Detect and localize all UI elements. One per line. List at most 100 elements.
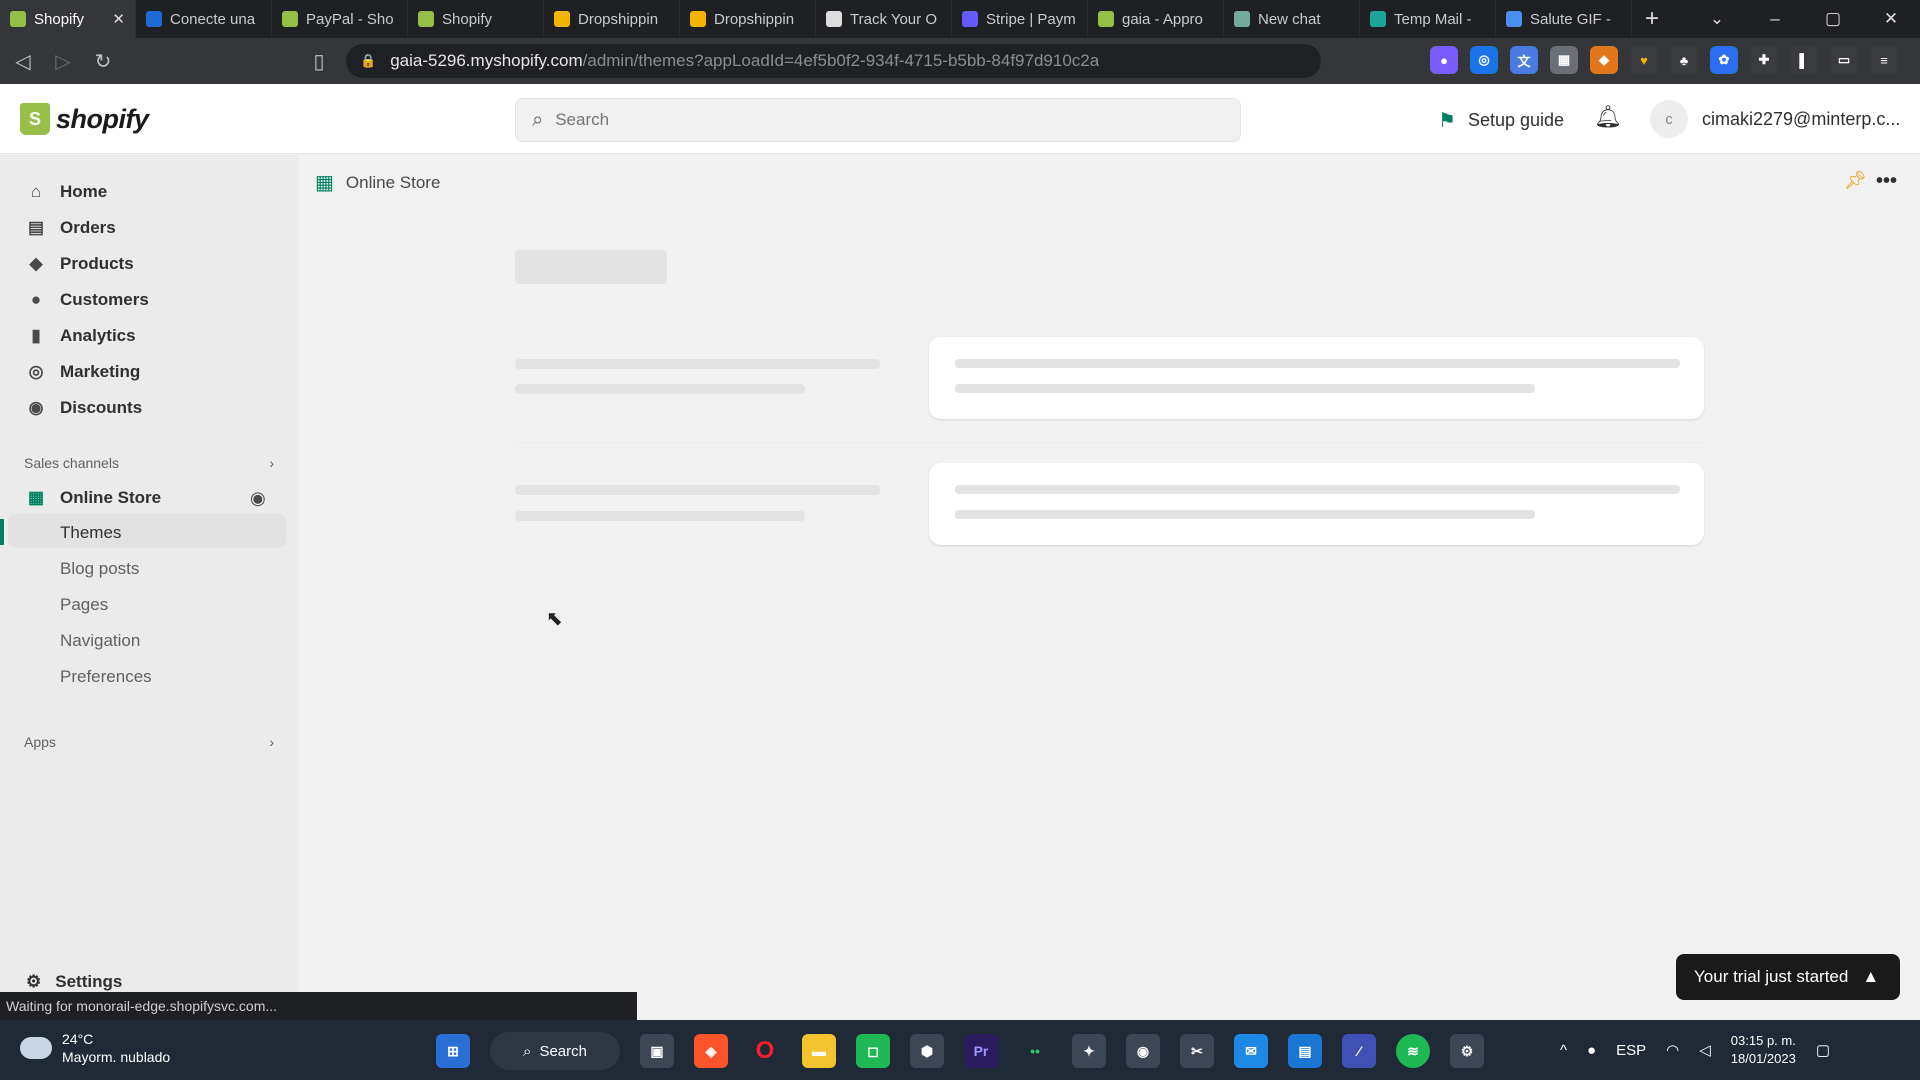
bell-icon[interactable]: 🔔︎ — [1594, 104, 1622, 130]
browser-tab[interactable]: Dropshippin — [680, 0, 816, 38]
tab-search-button[interactable]: ⌄ — [1688, 0, 1746, 38]
browser-tab[interactable]: Shopify ✕ — [0, 0, 136, 38]
app-icon[interactable]: •• — [1018, 1034, 1052, 1068]
settings-gear-icon[interactable]: ⚙ — [1450, 1034, 1484, 1068]
tab-favicon-icon — [418, 11, 434, 27]
submenu-item-themes[interactable]: Themes — [60, 523, 121, 543]
opera-icon[interactable]: O — [748, 1034, 782, 1068]
browser-tab[interactable]: Salute GIF - — [1496, 0, 1632, 38]
extension-icon[interactable]: ♣ — [1670, 46, 1698, 74]
breadcrumb[interactable]: ▦ Online Store — [315, 170, 440, 195]
sales-channels-header[interactable]: Sales channels › — [24, 455, 274, 471]
chevron-up-icon[interactable]: ^ — [1560, 1042, 1567, 1059]
submenu-item-pages[interactable]: Pages — [60, 595, 108, 615]
address-bar[interactable]: 🔒 gaia-5296.myshopify.com/admin/themes?a… — [346, 44, 1321, 78]
browser-tab[interactable]: gaia - Appro — [1088, 0, 1224, 38]
extension-icon[interactable]: ◎ — [1470, 46, 1498, 74]
capcut-icon[interactable]: ✂ — [1180, 1034, 1214, 1068]
close-tab-icon[interactable]: ✕ — [112, 10, 125, 28]
metamask-icon[interactable]: ◆ — [1590, 46, 1618, 74]
extension-icon[interactable]: ▦ — [1550, 46, 1578, 74]
puzzle-icon[interactable]: ✚ — [1750, 46, 1778, 74]
sidebar-item-discounts[interactable]: ◉ Discounts — [12, 391, 288, 425]
sidebar-item-orders[interactable]: ▤ Orders — [12, 211, 288, 245]
sidebar-icon[interactable]: ▌ — [1790, 46, 1818, 74]
weather-widget[interactable]: 24°C Mayorm. nublado — [16, 1030, 170, 1066]
browser-tab[interactable]: Stripe | Paym — [952, 0, 1088, 38]
extension-icon[interactable]: ● — [1430, 46, 1458, 74]
breadcrumb-label: Online Store — [345, 172, 441, 192]
language-indicator[interactable]: ESP — [1616, 1042, 1646, 1059]
minimize-button[interactable]: – — [1746, 0, 1804, 38]
browser-tab[interactable]: Temp Mail - — [1360, 0, 1496, 38]
store-icon: ▦ — [315, 172, 334, 194]
browser-tab[interactable]: Shopify — [408, 0, 544, 38]
sidebar-item-online-store[interactable]: ▦ Online Store — [12, 481, 288, 515]
tab-label: Shopify — [442, 10, 493, 28]
skeleton-line — [955, 510, 1535, 519]
sidebar-item-analytics[interactable]: ▮ Analytics — [12, 319, 288, 353]
trial-toast[interactable]: Your trial just started ▲ — [1676, 954, 1900, 1000]
taskbar-search[interactable]: ⌕ Search — [490, 1032, 620, 1070]
spotify-icon[interactable]: ≋ — [1396, 1034, 1430, 1068]
setup-guide-button[interactable]: ⚑ Setup guide — [1438, 108, 1564, 133]
back-button[interactable]: ◁ — [6, 44, 40, 78]
browser-tab[interactable]: Dropshippin — [544, 0, 680, 38]
app-icon[interactable]: ✦ — [1072, 1034, 1106, 1068]
skeleton-card — [929, 463, 1704, 545]
eye-icon[interactable]: ◉ — [250, 488, 266, 509]
submenu-item-blog-posts[interactable]: Blog posts — [60, 559, 139, 579]
pin-icon[interactable]: 📌︎ — [1844, 170, 1867, 191]
mail-icon[interactable]: ✉ — [1234, 1034, 1268, 1068]
sidebar-item-marketing[interactable]: ◎ Marketing — [12, 355, 288, 389]
brave-icon[interactable]: ◈ — [694, 1034, 728, 1068]
tab-label: Stripe | Paym — [986, 10, 1076, 28]
maximize-button[interactable]: ▢ — [1804, 0, 1862, 38]
premiere-icon[interactable]: Pr — [964, 1034, 998, 1068]
translate-icon[interactable]: 文 — [1510, 46, 1538, 74]
more-actions-icon[interactable]: ••• — [1876, 170, 1897, 193]
app-icon[interactable]: ⬢ — [910, 1034, 944, 1068]
chrome-icon[interactable]: ◉ — [1126, 1034, 1160, 1068]
close-window-button[interactable]: ✕ — [1862, 0, 1920, 38]
search-bar[interactable]: ⌕ — [515, 98, 1241, 142]
windows-start-icon[interactable]: ⊞ — [436, 1034, 470, 1068]
tag-icon: ◆ — [29, 254, 43, 273]
microphone-icon[interactable]: ● — [1587, 1042, 1596, 1059]
sidebar-item-customers[interactable]: ● Customers — [12, 283, 288, 317]
sidebar-item-products[interactable]: ◆ Products — [12, 247, 288, 281]
active-item-indicator — [0, 519, 4, 545]
search-input[interactable] — [555, 110, 1196, 130]
forward-button[interactable]: ▷ — [46, 44, 80, 78]
browser-tab[interactable]: New chat — [1224, 0, 1360, 38]
sidebar-item-home[interactable]: ⌂ Home — [12, 175, 288, 209]
settings-link[interactable]: ⚙ Settings — [26, 972, 122, 992]
browser-tab[interactable]: Track Your O — [816, 0, 952, 38]
store-icon[interactable]: ▤ — [1288, 1034, 1322, 1068]
browser-toolbar: ◁ ▷ ↻ ▯ 🔒 gaia-5296.myshopify.com/admin/… — [0, 38, 1920, 84]
folder-icon[interactable]: ▬ — [802, 1034, 836, 1068]
volume-icon[interactable]: ◁ — [1699, 1041, 1711, 1059]
reload-button[interactable]: ↻ — [86, 44, 120, 78]
skeleton-line — [515, 511, 805, 521]
wifi-icon[interactable]: ◠ — [1666, 1041, 1679, 1059]
app-icon[interactable]: ◻ — [856, 1034, 890, 1068]
notification-icon[interactable]: ▢ — [1816, 1041, 1830, 1059]
flag-icon: ⚑ — [1438, 110, 1456, 132]
clock[interactable]: 03:15 p. m. 18/01/2023 — [1731, 1032, 1796, 1068]
submenu-item-navigation[interactable]: Navigation — [60, 631, 140, 651]
shopify-logo[interactable]: shopify — [20, 103, 149, 135]
bookmark-icon[interactable]: ▯ — [302, 44, 336, 78]
browser-tab[interactable]: PayPal - Sho — [272, 0, 408, 38]
task-view-icon[interactable]: ▣ — [640, 1034, 674, 1068]
extension-icon[interactable]: ✿ — [1710, 46, 1738, 74]
account-menu[interactable]: c cimaki2279@minterp.c... — [1650, 100, 1900, 138]
app-icon[interactable]: ⁄ — [1342, 1034, 1376, 1068]
submenu-item-preferences[interactable]: Preferences — [60, 667, 152, 687]
new-tab-button[interactable]: + — [1632, 0, 1672, 38]
apps-header[interactable]: Apps › — [24, 734, 274, 750]
wallet-icon[interactable]: ▭ — [1830, 46, 1858, 74]
extension-icon[interactable]: ♥ — [1630, 46, 1658, 74]
menu-icon[interactable]: ≡ — [1870, 46, 1898, 74]
browser-tab[interactable]: Conecte una — [136, 0, 272, 38]
